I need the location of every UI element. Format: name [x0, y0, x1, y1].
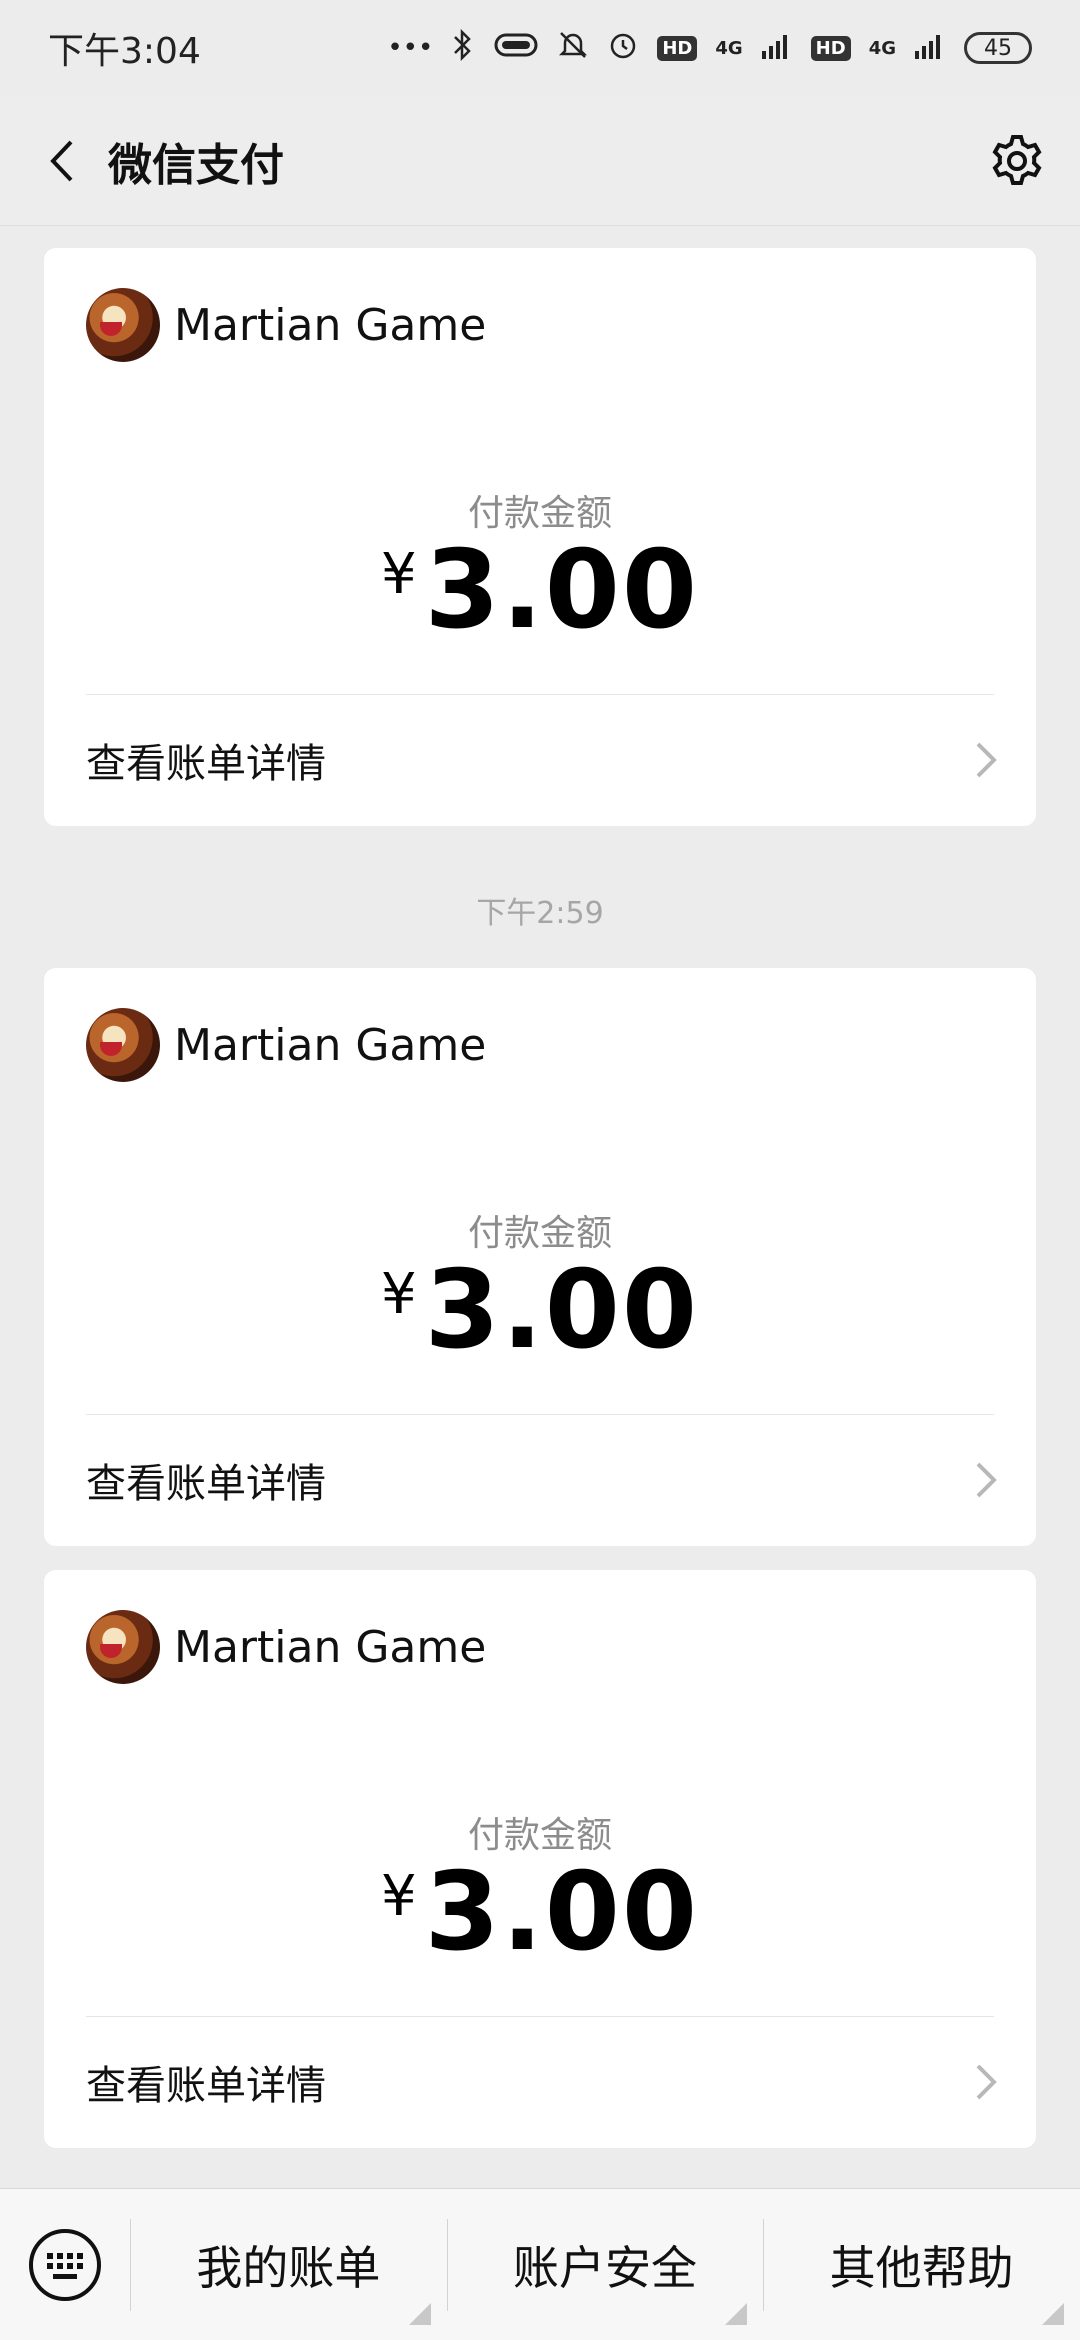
amount-value: 3.00 [424, 1850, 700, 1975]
keyboard-icon [29, 2229, 101, 2301]
status-bar: 下午3:04 ••• HD 4G HD 4G 45 [0, 0, 1080, 96]
status-time: 下午3:04 [48, 31, 201, 72]
mute-bell-icon [557, 29, 589, 68]
merchant-header: Martian Game [86, 1008, 486, 1082]
keyboard-toggle-button[interactable] [0, 2189, 130, 2340]
page-title: 微信支付 [108, 139, 284, 191]
gear-icon [992, 134, 1042, 185]
menu-account-security-label: 账户安全 [513, 2241, 697, 2295]
chevron-right-icon [976, 2064, 997, 2100]
bottom-menu-bar: 我的账单 账户安全 其他帮助 [0, 2188, 1080, 2340]
battery-indicator: 45 [964, 32, 1032, 64]
signal-icon [761, 31, 793, 66]
payment-card: Martian Game 付款金额 ¥3.00 查看账单详情 [44, 248, 1036, 826]
more-dots-icon: ••• [387, 33, 434, 63]
view-bill-details-row[interactable]: 查看账单详情 [86, 1415, 1000, 1545]
back-arrow-icon [50, 140, 73, 181]
payment-amount: ¥3.00 [44, 528, 1036, 653]
navigation-bar: 微信支付 [0, 96, 1080, 226]
settings-button[interactable] [982, 126, 1052, 196]
status-icons: ••• HD 4G HD 4G 45 [387, 28, 1032, 68]
view-bill-details-label: 查看账单详情 [86, 1461, 326, 1507]
submenu-indicator-icon [1042, 2303, 1065, 2325]
submenu-indicator-icon [408, 2303, 431, 2325]
merchant-name: Martian Game [174, 1019, 487, 1071]
currency-symbol: ¥ [380, 542, 417, 607]
merchant-header: Martian Game [86, 288, 486, 362]
chevron-right-icon [976, 1462, 997, 1498]
signal-icon [914, 31, 946, 66]
payment-amount: ¥3.00 [44, 1850, 1036, 1975]
hd-badge: HD [657, 35, 698, 61]
view-bill-details-label: 查看账单详情 [86, 741, 326, 787]
merchant-header: Martian Game [86, 1610, 486, 1684]
network-type-label: 4G [868, 37, 896, 59]
chevron-right-icon [976, 742, 997, 778]
currency-symbol: ¥ [380, 1262, 417, 1327]
vibrate-icon [493, 31, 539, 66]
currency-symbol: ¥ [380, 1864, 417, 1929]
submenu-indicator-icon [725, 2303, 748, 2325]
view-bill-details-row[interactable]: 查看账单详情 [86, 695, 1000, 825]
menu-my-bills-label: 我的账单 [196, 2241, 381, 2295]
menu-my-bills[interactable]: 我的账单 [130, 2189, 447, 2340]
menu-other-help[interactable]: 其他帮助 [763, 2189, 1080, 2340]
menu-other-help-label: 其他帮助 [829, 2241, 1014, 2295]
message-timestamp: 下午2:59 [476, 896, 604, 931]
wechat-pay-screen: 下午3:04 ••• HD 4G HD 4G 45 微信支付 Martian G… [0, 0, 1080, 2340]
alarm-icon [607, 29, 639, 68]
network-type-label: 4G [715, 37, 743, 59]
view-bill-details-row[interactable]: 查看账单详情 [86, 2017, 1000, 2147]
merchant-name: Martian Game [174, 299, 487, 351]
merchant-avatar [86, 288, 160, 362]
bluetooth-icon [451, 28, 475, 68]
payment-card: Martian Game 付款金额 ¥3.00 查看账单详情 [44, 1570, 1036, 2148]
view-bill-details-label: 查看账单详情 [86, 2063, 326, 2109]
menu-account-security[interactable]: 账户安全 [446, 2189, 764, 2340]
merchant-avatar [86, 1610, 160, 1684]
amount-value: 3.00 [424, 528, 700, 653]
payment-card: Martian Game 付款金额 ¥3.00 查看账单详情 [44, 968, 1036, 1546]
merchant-avatar [86, 1008, 160, 1082]
back-button[interactable] [28, 126, 98, 196]
hd-badge: HD [810, 35, 851, 61]
amount-value: 3.00 [424, 1248, 700, 1373]
payment-amount: ¥3.00 [44, 1248, 1036, 1373]
merchant-name: Martian Game [174, 1621, 487, 1673]
